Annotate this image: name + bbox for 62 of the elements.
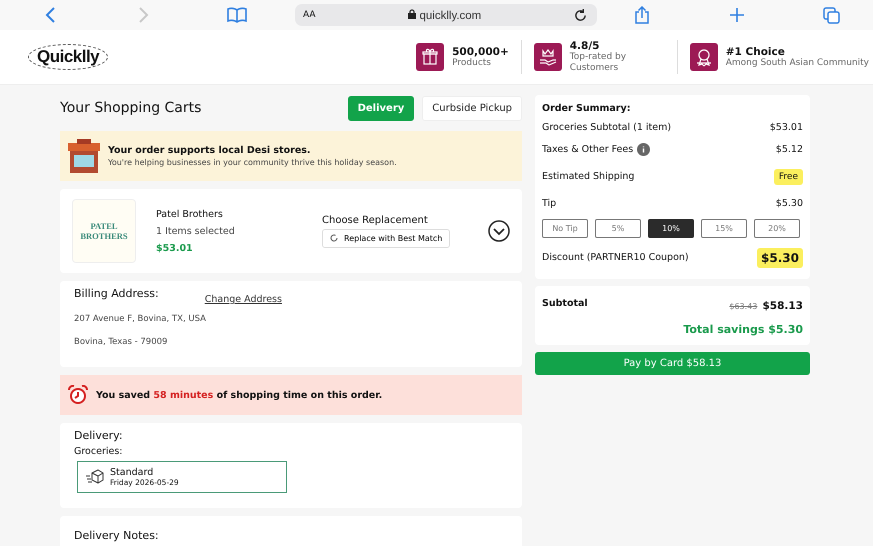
summary-label: Groceries Subtotal (1 item) [542, 122, 672, 132]
tip-option[interactable]: 10% [648, 219, 694, 238]
billing-title: Billing Address: [74, 287, 159, 300]
info-icon[interactable] [637, 143, 650, 156]
summary-title: Order Summary: [542, 103, 632, 114]
discount-value: $5.30 [757, 248, 803, 268]
replacement-button[interactable]: Replace with Best Match [322, 228, 450, 248]
store-price: $53.01 [156, 242, 194, 254]
total-savings: Total savings $5.30 [683, 323, 803, 336]
share-icon[interactable] [635, 6, 649, 24]
badge-title: 500,000+ [452, 46, 509, 58]
banner-title: Your order supports local Desi stores. [108, 145, 312, 156]
summary-label: Tip [542, 198, 556, 209]
address-line: Bovina, Texas - 79009 [74, 337, 168, 350]
box-icon [86, 469, 104, 485]
summary-value: $5.12 [776, 144, 803, 155]
discount-label: Discount (PARTNER10 Coupon) [542, 252, 689, 263]
tip-option[interactable]: 15% [701, 219, 747, 238]
badge-subtitle: Products [452, 58, 492, 68]
tip-option[interactable]: 20% [754, 219, 800, 238]
book-icon[interactable] [227, 7, 247, 23]
time-saved-text: You saved 58 minutes of shopping time on this order. [96, 390, 382, 400]
change-address-link[interactable]: Change Address [204, 294, 282, 305]
lock-icon [408, 8, 416, 18]
badge-title: #1 Choice [726, 46, 786, 58]
page-title: Your Shopping Carts [60, 100, 202, 116]
address-bar[interactable]: AA quicklly.com [295, 4, 597, 26]
tabs-icon[interactable] [823, 6, 840, 24]
storefront-icon [68, 139, 100, 173]
summary-value: $53.01 [770, 122, 803, 132]
tip-option[interactable]: 5% [595, 219, 641, 238]
delivery-group-label: Groceries: [74, 446, 124, 457]
address-line: 207 Avenue F, Bovina, TX, USA [74, 314, 207, 326]
subtotal-label: Subtotal [542, 298, 588, 309]
summary-label: Estimated Shipping [542, 171, 634, 182]
replacement-label: Choose Replacement [322, 214, 429, 226]
banner-text: You're helping businesses in your community thrive this holiday season. [108, 158, 397, 167]
summary-value: $5.30 [776, 198, 803, 209]
badge-subtitle: Top-rated by Customers [570, 52, 628, 74]
plus-icon[interactable] [730, 8, 744, 22]
store-logo: PATEL BROTHERS [72, 199, 136, 263]
delivery-title: Delivery: [74, 429, 124, 442]
refresh-icon [330, 234, 338, 242]
items-count: 1 Items selected [156, 226, 236, 236]
free-tag: Free [774, 168, 803, 184]
alarm-clock-icon [68, 385, 88, 405]
medal-icon [690, 43, 718, 71]
summary-label: Taxes & Other Fees [542, 144, 634, 155]
hand-crown-icon [534, 43, 562, 71]
tip-option[interactable]: No Tip [542, 219, 588, 238]
old-price: $63.43 [729, 302, 758, 311]
subtotal-value: $58.13 [762, 300, 803, 312]
expand-icon[interactable] [488, 220, 510, 242]
back-icon[interactable] [45, 7, 57, 23]
gift-box-icon [416, 43, 444, 71]
store-name: Patel Brothers [156, 208, 224, 220]
quicklly-logo[interactable]: Quicklly [28, 44, 108, 70]
badge-title: 4.8/5 [570, 40, 600, 52]
badge-subtitle: Among South Asian Community [726, 58, 869, 68]
delivery-notes-title: Delivery Notes: [74, 529, 159, 542]
mode-tab[interactable]: Curbside Pickup [422, 96, 522, 120]
reload-icon[interactable] [574, 8, 587, 22]
